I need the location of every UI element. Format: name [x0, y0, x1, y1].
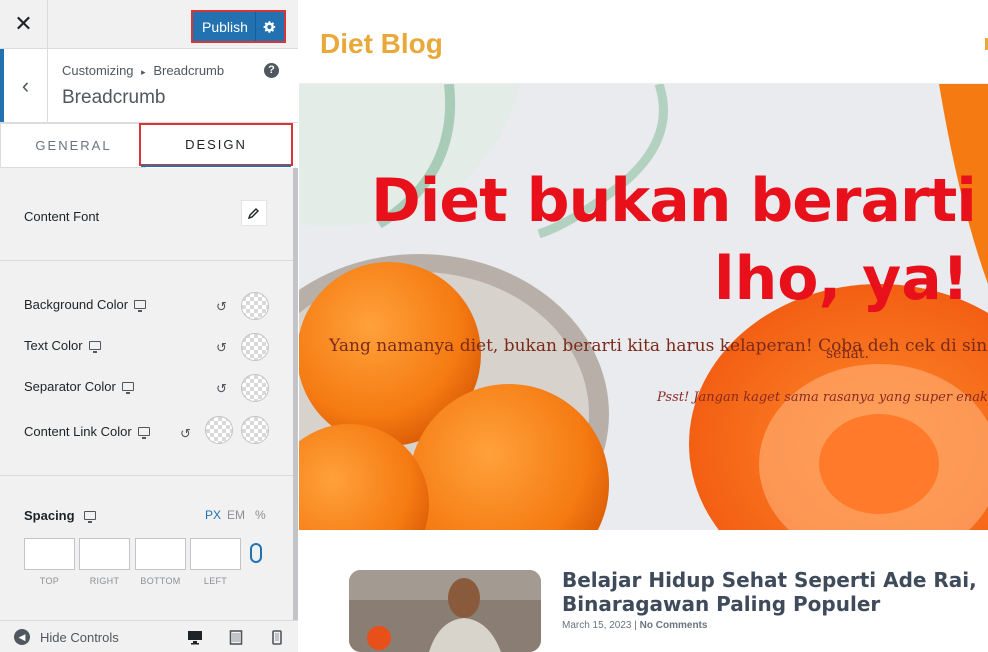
post-comments[interactable]: No Comments: [640, 620, 708, 631]
spacing-top-label: TOP: [39, 576, 60, 586]
hero-heading-line1: Diet bukan berarti k: [371, 166, 988, 236]
hero-heading-line2: lho, ya!: [714, 244, 970, 314]
content-link-hover-color-swatch[interactable]: [241, 416, 269, 444]
pencil-icon: [248, 208, 259, 219]
content-link-color-text: Content Link Color: [24, 424, 132, 439]
reset-icon[interactable]: ↺: [216, 340, 227, 356]
publish-button-group: Publish: [191, 10, 286, 43]
site-title[interactable]: Diet Blog: [320, 28, 443, 60]
content-link-color-label: Content Link Color: [24, 424, 150, 439]
desktop-preview-icon[interactable]: [187, 630, 203, 645]
hide-controls-label: Hide Controls: [40, 629, 119, 645]
post-meta: March 15, 2023 | No Comments: [562, 620, 708, 631]
content-link-color-swatch[interactable]: [205, 416, 233, 444]
reset-icon[interactable]: ↺: [216, 381, 227, 397]
desktop-icon[interactable]: [88, 341, 101, 353]
tab-bar: GENERAL DESIGN: [0, 123, 298, 168]
post-date[interactable]: March 15, 2023: [562, 620, 632, 631]
sidebar-scrollbar[interactable]: [293, 168, 298, 620]
spacing-top-input[interactable]: [24, 538, 75, 570]
desktop-icon[interactable]: [83, 511, 96, 523]
background-color-swatch[interactable]: [241, 292, 269, 320]
customizer-sidebar: ✕ Publish ‹ Customizing ▸ Breadcrumb Bre…: [0, 0, 298, 652]
spacing-bottom-label: BOTTOM: [140, 576, 181, 586]
site-header: Diet Blog: [299, 0, 988, 84]
spacing-left-input[interactable]: [190, 538, 241, 570]
back-button[interactable]: ‹: [0, 49, 48, 122]
unit-px[interactable]: PX: [205, 508, 221, 522]
section-title: Breadcrumb: [62, 87, 166, 108]
hero-subtitle-tail: sehat.: [826, 346, 869, 362]
customizer-footer: ◀ Hide Controls: [0, 620, 298, 652]
tab-design[interactable]: DESIGN: [139, 123, 293, 167]
arrow-left-icon: ◀: [14, 629, 30, 645]
post-thumbnail[interactable]: [349, 570, 541, 652]
tab-general[interactable]: GENERAL: [0, 123, 146, 168]
breadcrumb-separator-icon: ▸: [141, 67, 146, 77]
text-color-swatch[interactable]: [241, 333, 269, 361]
close-icon: ✕: [14, 11, 33, 36]
design-panel: Content Font Background Color ↺ Text Col…: [0, 168, 298, 618]
spacing-bottom-input[interactable]: [135, 538, 186, 570]
link-values-icon[interactable]: [250, 543, 262, 563]
spacing-left-label: LEFT: [203, 576, 228, 586]
background-color-text: Background Color: [24, 297, 129, 312]
divider: [0, 260, 293, 261]
close-customizer-button[interactable]: ✕: [0, 0, 48, 48]
text-color-label: Text Color: [24, 338, 101, 353]
edit-font-button[interactable]: [241, 200, 267, 226]
separator-color-label: Separator Color: [24, 379, 134, 394]
desktop-icon[interactable]: [134, 300, 147, 312]
desktop-icon[interactable]: [121, 382, 134, 394]
breadcrumb: Customizing ▸ Breadcrumb: [62, 63, 224, 78]
hide-controls-button[interactable]: ◀ Hide Controls: [14, 629, 119, 645]
spacing-right-label: RIGHT: [89, 576, 120, 586]
text-color-text: Text Color: [24, 338, 83, 353]
hero-note: Psst! Jangan kaget sama rasanya yang sup…: [657, 390, 988, 405]
reset-icon[interactable]: ↺: [216, 299, 227, 315]
separator-color-swatch[interactable]: [241, 374, 269, 402]
publish-settings-button[interactable]: [255, 12, 284, 41]
spacing-label: Spacing: [24, 508, 96, 523]
mobile-preview-icon[interactable]: [272, 630, 282, 645]
breadcrumb-current: Breadcrumb: [153, 63, 225, 78]
spacing-right-input[interactable]: [79, 538, 130, 570]
desktop-icon[interactable]: [137, 427, 150, 439]
separator-color-text: Separator Color: [24, 379, 116, 394]
section-header: ‹ Customizing ▸ Breadcrumb Breadcrumb ?: [0, 49, 298, 123]
chevron-left-icon: ‹: [21, 72, 30, 98]
unit-em[interactable]: EM: [227, 508, 245, 522]
breadcrumb-parent: Customizing: [62, 63, 134, 78]
spacing-text: Spacing: [24, 508, 75, 523]
post-thumbnail-image: [349, 570, 541, 652]
site-preview: Diet Blog Diet bukan berarti k lho, ya! …: [299, 0, 988, 652]
divider: [0, 475, 293, 476]
unit-percent[interactable]: %: [255, 508, 266, 522]
help-icon[interactable]: ?: [264, 63, 279, 78]
background-color-label: Background Color: [24, 297, 147, 312]
publish-button[interactable]: Publish: [193, 19, 255, 35]
post-title[interactable]: Belajar Hidup Sehat Seperti Ade Rai, Bin…: [562, 568, 982, 616]
tablet-preview-icon[interactable]: [229, 630, 243, 645]
hero-banner: Diet bukan berarti k lho, ya! Yang naman…: [299, 84, 988, 530]
hero-subtitle: Yang namanya diet, bukan berarti kita ha…: [329, 336, 988, 356]
reset-icon[interactable]: ↺: [180, 426, 191, 442]
customizer-topbar: ✕ Publish: [0, 0, 298, 49]
content-font-label: Content Font: [24, 209, 100, 224]
gear-icon: [263, 20, 276, 33]
